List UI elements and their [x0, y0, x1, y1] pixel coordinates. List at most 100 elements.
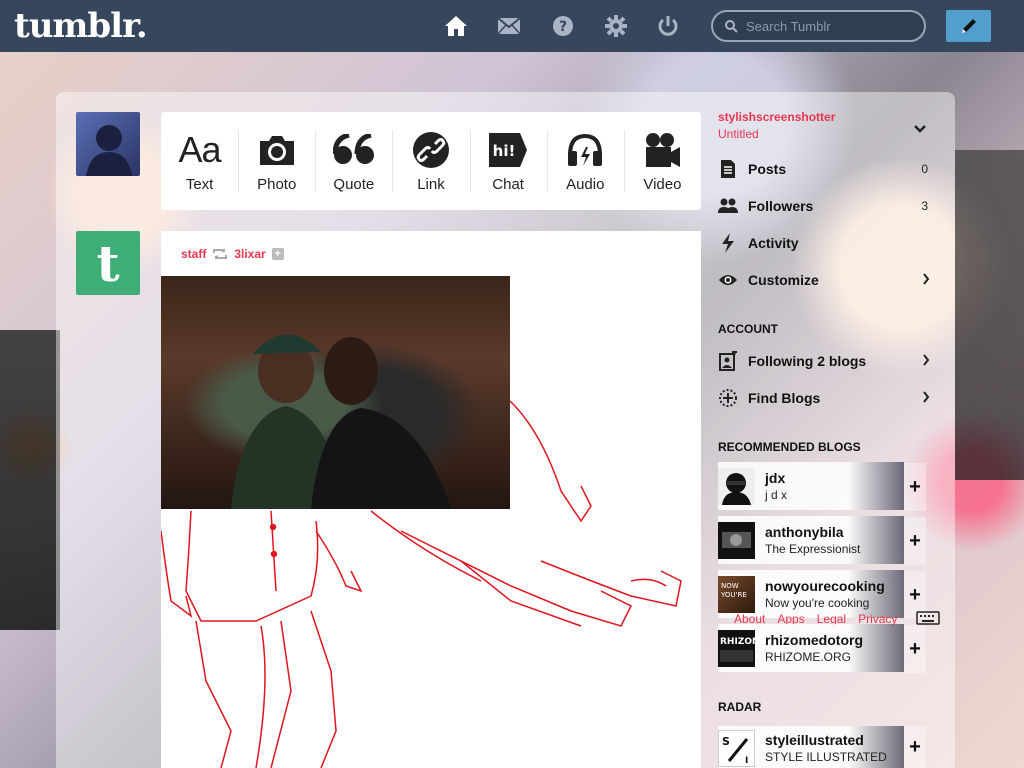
- svg-text:NOW: NOW: [721, 582, 739, 590]
- top-navbar: tumblr. ?: [0, 0, 1024, 52]
- chat-icon: hi!: [488, 130, 528, 170]
- blog-avatar: [718, 468, 755, 505]
- follow-plus-button[interactable]: +: [904, 625, 926, 673]
- background-image-right: [955, 150, 1024, 480]
- blog-name: styleillustrated: [765, 732, 864, 748]
- svg-text:RHIZOME: RHIZOME: [720, 637, 755, 647]
- posts-icon: [718, 159, 738, 179]
- blog-name: rhizomedotorg: [765, 632, 863, 648]
- quote-post-button[interactable]: Quote: [315, 112, 392, 210]
- post-type-bar: Aa Text Photo Quote Link hi! Chat Audio: [161, 112, 701, 210]
- help-icon[interactable]: ?: [551, 14, 575, 38]
- tumblr-logo[interactable]: tumblr.: [14, 6, 148, 46]
- search-icon: [725, 19, 738, 33]
- blog-avatar: NOW YOU'RE: [718, 576, 755, 613]
- sidebar-item-find-blogs[interactable]: Find Blogs: [718, 386, 930, 410]
- blog-subtitle: RHIZOME.ORG: [765, 650, 851, 664]
- recommended-blog-anthonybila[interactable]: anthonybila The Expressionist: [718, 522, 904, 570]
- sidebar-item-following[interactable]: Following 2 blogs: [718, 349, 930, 373]
- quote-post-label: Quote: [333, 175, 375, 193]
- chat-post-button[interactable]: hi! Chat: [469, 112, 547, 210]
- blog-subtitle: The Expressionist: [765, 542, 861, 556]
- link-post-button[interactable]: Link: [392, 112, 469, 210]
- user-avatar[interactable]: [76, 112, 140, 176]
- recommended-blog-jdx[interactable]: jdx j d x: [718, 468, 904, 516]
- followers-count: 3: [921, 199, 928, 213]
- sidebar-blog-name[interactable]: stylishscreenshotter: [718, 110, 835, 124]
- video-post-label: Video: [643, 175, 682, 193]
- blog-subtitle: j d x: [765, 488, 788, 502]
- sidebar-item-label: Following 2 blogs: [748, 353, 867, 369]
- find-blogs-icon: [718, 388, 738, 408]
- gear-icon[interactable]: [604, 14, 628, 38]
- svg-text:hi!: hi!: [493, 142, 516, 160]
- blog-avatar: [718, 522, 755, 559]
- blog-name: nowyourecooking: [765, 578, 885, 594]
- activity-icon: [718, 233, 738, 253]
- blog-subtitle: STYLE ILLUSTRATED: [765, 750, 887, 764]
- follow-plus-button[interactable]: +: [904, 517, 926, 565]
- radar-blog-styleillustrated[interactable]: SI styleillustrated STYLE ILLUSTRATED: [718, 730, 904, 768]
- svg-text:S: S: [722, 735, 730, 748]
- following-icon: [718, 351, 738, 371]
- pencil-icon: [961, 19, 976, 33]
- sidebar-item-label: Find Blogs: [748, 390, 821, 406]
- text-icon: Aa: [178, 128, 222, 170]
- link-icon: [412, 130, 450, 170]
- background-image-left: [0, 330, 60, 630]
- chevron-down-icon[interactable]: [913, 121, 927, 139]
- sidebar-blog-title[interactable]: Untitled: [718, 127, 759, 141]
- blog-avatar: SI: [718, 730, 755, 767]
- audio-post-button[interactable]: Audio: [546, 112, 624, 210]
- blog-subtitle: Now you're cooking: [765, 596, 870, 610]
- audio-post-label: Audio: [566, 175, 605, 193]
- sidebar-item-label: Posts: [748, 161, 787, 177]
- blog-name: jdx: [765, 470, 786, 486]
- text-post-button[interactable]: Aa Text: [161, 112, 238, 210]
- svg-text:?: ?: [559, 19, 567, 35]
- sidebar-item-label: Activity: [748, 235, 799, 251]
- recommended-heading: RECOMMENDED BLOGS: [718, 440, 861, 454]
- posts-count: 0: [921, 162, 928, 176]
- account-heading: ACCOUNT: [718, 322, 778, 336]
- link-post-label: Link: [417, 175, 445, 193]
- home-icon[interactable]: [444, 14, 468, 38]
- chat-post-label: Chat: [492, 175, 524, 193]
- sidebar-item-posts[interactable]: Posts 0: [718, 157, 930, 181]
- photo-post-label: Photo: [257, 175, 297, 193]
- followers-icon: [718, 196, 738, 216]
- follow-plus-button[interactable]: +: [904, 726, 926, 768]
- blog-name: anthonybila: [765, 524, 844, 540]
- svg-text:t: t: [96, 239, 119, 287]
- follow-plus-button[interactable]: +: [904, 463, 926, 511]
- quote-icon: [332, 130, 375, 170]
- post-red-drawing: [161, 400, 682, 768]
- video-camera-icon: [643, 130, 681, 170]
- staff-avatar[interactable]: t: [76, 231, 140, 295]
- sidebar-item-followers[interactable]: Followers 3: [718, 194, 930, 218]
- mail-icon[interactable]: [497, 14, 521, 38]
- photo-post-button[interactable]: Photo: [238, 112, 315, 210]
- power-icon[interactable]: [656, 14, 680, 38]
- dashboard-post: staff 3lixar +: [161, 231, 701, 768]
- search-box[interactable]: [711, 10, 926, 42]
- compose-button[interactable]: [946, 10, 991, 42]
- sidebar-item-activity[interactable]: Activity: [718, 231, 930, 255]
- camera-icon: [258, 130, 296, 170]
- headphones-icon: [566, 130, 604, 170]
- video-post-button[interactable]: Video: [623, 112, 701, 210]
- chevron-right-icon: [922, 272, 930, 288]
- sidebar-item-label: Followers: [748, 198, 814, 214]
- sidebar-item-customize[interactable]: Customize: [718, 268, 930, 292]
- blog-avatar: RHIZOME: [718, 630, 767, 667]
- chevron-right-icon: [922, 390, 930, 406]
- eye-icon: [718, 270, 738, 290]
- search-input[interactable]: [746, 18, 906, 34]
- svg-text:I: I: [745, 756, 748, 766]
- text-post-label: Text: [185, 175, 214, 193]
- svg-text:YOU'RE: YOU'RE: [720, 591, 747, 599]
- sidebar-item-label: Customize: [748, 272, 819, 288]
- chevron-right-icon: [922, 353, 930, 369]
- recommended-blog-rhizomedotorg[interactable]: RHIZOME rhizomedotorg RHIZOME.ORG: [718, 630, 904, 678]
- radar-heading: RADAR: [718, 700, 762, 714]
